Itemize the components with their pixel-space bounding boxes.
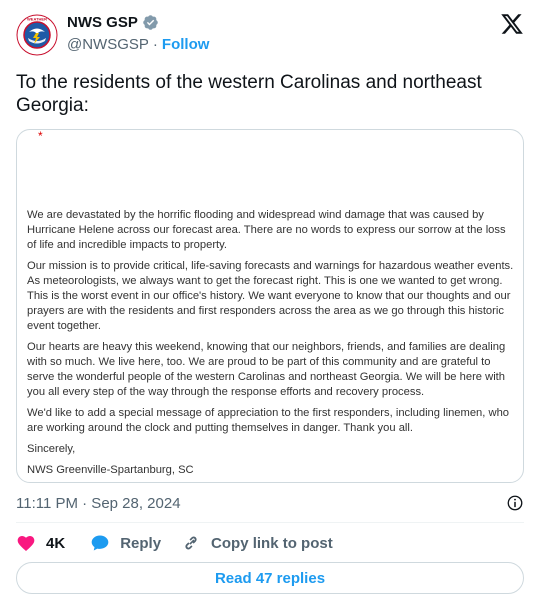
reply-label: Reply [120,534,162,552]
statement-paragraph: Our hearts are heavy this weekend, knowi… [27,341,506,398]
statement-signoff: Sincerely, [27,443,76,455]
x-logo-icon[interactable] [500,12,524,36]
follow-button[interactable]: Follow [162,36,210,53]
timestamp[interactable]: 11:11 PM · Sep 28, 2024 [16,495,181,512]
copy-link-label: Copy link to post [211,534,333,552]
tweet-text: To the residents of the western Carolina… [16,72,482,116]
statement-image[interactable]: * We are devastated by the horrific floo… [16,129,524,483]
statement-signature: NWS Greenville-Spartanburg, SC [27,464,194,476]
read-replies-button[interactable]: Read 47 replies [16,562,524,594]
statement-paragraph: We are devastated by the horrific floodi… [27,209,506,251]
info-icon[interactable] [506,494,524,512]
tweet-card: WEATHER NWS GSP @NWSGSP · Follow To the … [0,0,540,609]
nws-logo-icon: WEATHER [16,14,58,56]
statement-paragraph: We'd like to add a special message of ap… [27,407,510,434]
divider [16,522,524,523]
copy-link-button[interactable]: Copy link to post [181,533,333,553]
author-display-name[interactable]: NWS GSP [67,14,138,31]
timestamp-row: 11:11 PM · Sep 28, 2024 [16,493,524,513]
handle-separator: · [152,36,158,53]
like-count: 4K [46,534,66,552]
reply-button[interactable]: Reply [90,533,161,553]
svg-text:WEATHER: WEATHER [27,17,47,22]
heart-icon [17,536,35,551]
reply-bubble-icon [91,535,109,551]
author-handle-row: @NWSGSP · Follow [67,36,209,53]
avatar[interactable]: WEATHER [16,14,58,56]
like-button[interactable]: 4K [16,533,65,553]
action-bar: 4K Reply Copy link to post [16,532,353,554]
link-icon [185,536,197,550]
statement-paragraph: Our mission is to provide critical, life… [27,260,514,332]
image-mark: * [38,129,43,143]
author-handle[interactable]: @NWSGSP [67,36,149,53]
statement-text: We are devastated by the horrific floodi… [27,208,517,482]
author-name-row: NWS GSP [67,14,159,31]
verified-badge-icon [143,15,158,30]
